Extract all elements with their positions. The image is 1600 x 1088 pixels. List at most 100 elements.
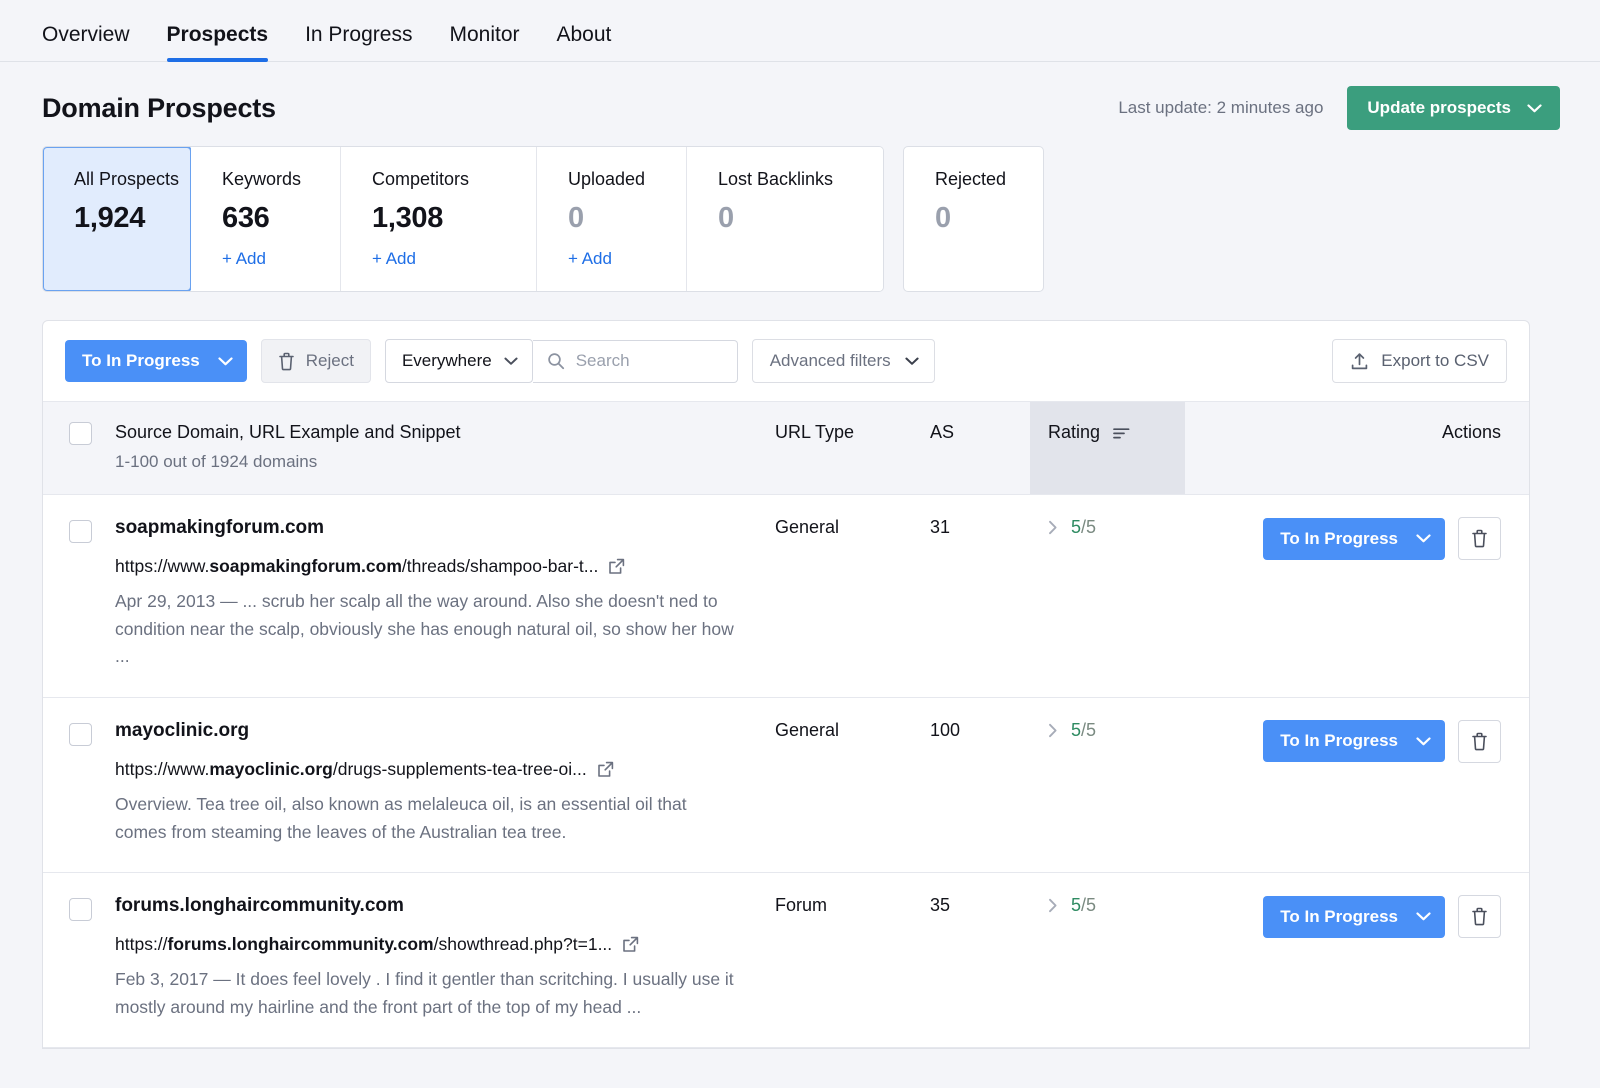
row-url[interactable]: https://www.soapmakingforum.com/threads/…: [115, 556, 775, 577]
row-to-in-progress-button[interactable]: To In Progress: [1263, 518, 1445, 560]
row-url-text: https://www.soapmakingforum.com/threads/…: [115, 556, 598, 577]
add-uploaded-link[interactable]: + Add: [568, 249, 686, 269]
row-snippet: Overview. Tea tree oil, also known as me…: [115, 791, 740, 846]
row-url-type: General: [775, 697, 930, 872]
update-prospects-button[interactable]: Update prospects: [1347, 86, 1560, 130]
stat-card-rejected[interactable]: Rejected 0: [903, 146, 1044, 292]
column-header-label: AS: [930, 422, 954, 442]
table-row: forums.longhaircommunity.com https://for…: [43, 873, 1530, 1048]
chevron-down-icon: [1527, 104, 1542, 113]
row-rating-value: 5: [1071, 720, 1081, 740]
external-link-icon[interactable]: [608, 558, 625, 575]
row-url[interactable]: https://forums.longhaircommunity.com/sho…: [115, 934, 775, 955]
row-rating-max: /5: [1081, 895, 1096, 915]
tab-about[interactable]: About: [557, 23, 612, 61]
scope-dropdown[interactable]: Everywhere: [385, 339, 533, 383]
select-all-checkbox[interactable]: [69, 422, 92, 445]
tab-overview-label: Overview: [42, 23, 130, 46]
row-delete-button[interactable]: [1458, 720, 1501, 763]
update-prospects-label: Update prospects: [1367, 98, 1511, 118]
stat-card-value: 636: [222, 202, 340, 235]
row-url-type: General: [775, 495, 930, 698]
tab-prospects-label: Prospects: [167, 23, 269, 46]
sort-icon[interactable]: [1113, 427, 1130, 440]
stat-card-lost-backlinks[interactable]: Lost Backlinks 0: [687, 147, 883, 291]
row-url[interactable]: https://www.mayoclinic.org/drugs-supplem…: [115, 759, 775, 780]
tab-monitor-label: Monitor: [449, 23, 519, 46]
page-title: Domain Prospects: [42, 93, 276, 124]
row-actions-cell: To In Progress: [1185, 873, 1530, 1048]
stat-card-uploaded[interactable]: Uploaded 0 + Add: [537, 147, 687, 291]
row-as-score: 31: [930, 495, 1030, 698]
row-rating-max: /5: [1081, 720, 1096, 740]
row-actions-cell: To In Progress: [1185, 495, 1530, 698]
trash-icon: [278, 352, 295, 371]
row-as-score: 100: [930, 697, 1030, 872]
stat-card-value: 0: [718, 202, 883, 235]
chevron-down-icon: [504, 357, 518, 366]
chevron-right-icon[interactable]: [1048, 723, 1058, 738]
select-all-header: [43, 402, 115, 495]
stat-card-group: All Prospects 1,924 Keywords 636 + Add C…: [42, 146, 884, 292]
row-checkbox[interactable]: [69, 520, 92, 543]
bulk-to-in-progress-label: To In Progress: [82, 351, 200, 371]
last-update-text: Last update: 2 minutes ago: [1118, 98, 1323, 118]
row-actions-cell: To In Progress: [1185, 697, 1530, 872]
row-source-cell: soapmakingforum.com https://www.soapmaki…: [115, 495, 775, 698]
reject-button[interactable]: Reject: [261, 339, 371, 383]
row-url-type: Forum: [775, 873, 930, 1048]
row-source-cell: mayoclinic.org https://www.mayoclinic.or…: [115, 697, 775, 872]
row-domain[interactable]: mayoclinic.org: [115, 720, 775, 742]
stat-card-label: Keywords: [222, 169, 340, 191]
row-delete-button[interactable]: [1458, 895, 1501, 938]
row-rating-value: 5: [1071, 517, 1081, 537]
external-link-icon[interactable]: [597, 761, 614, 778]
add-keywords-link[interactable]: + Add: [222, 249, 340, 269]
row-to-in-progress-button[interactable]: To In Progress: [1263, 896, 1445, 938]
row-delete-button[interactable]: [1458, 517, 1501, 560]
search-box[interactable]: [533, 340, 738, 383]
tab-prospects[interactable]: Prospects: [167, 23, 269, 61]
row-checkbox[interactable]: [69, 898, 92, 921]
table-body: soapmakingforum.com https://www.soapmaki…: [43, 495, 1530, 1048]
column-header-rating[interactable]: Rating: [1030, 402, 1185, 495]
stat-card-label: Competitors: [372, 169, 536, 191]
chevron-right-icon[interactable]: [1048, 898, 1058, 913]
chevron-right-icon[interactable]: [1048, 520, 1058, 535]
row-rating-cell: 5/5: [1030, 495, 1185, 698]
bulk-to-in-progress-button[interactable]: To In Progress: [65, 340, 247, 382]
row-select-cell: [43, 697, 115, 872]
row-source-cell: forums.longhaircommunity.com https://for…: [115, 873, 775, 1048]
column-header-source-domain: Source Domain, URL Example and Snippet 1…: [115, 402, 775, 495]
stat-card-competitors[interactable]: Competitors 1,308 + Add: [341, 147, 537, 291]
trash-icon: [1471, 732, 1488, 751]
search-input[interactable]: [576, 351, 723, 371]
stat-card-keywords[interactable]: Keywords 636 + Add: [191, 147, 341, 291]
trash-icon: [1471, 529, 1488, 548]
row-domain[interactable]: soapmakingforum.com: [115, 517, 775, 539]
add-competitors-link[interactable]: + Add: [372, 249, 536, 269]
column-header-as[interactable]: AS: [930, 402, 1030, 495]
row-to-in-progress-label: To In Progress: [1280, 731, 1398, 751]
tab-overview[interactable]: Overview: [42, 23, 130, 61]
stat-card-all-prospects[interactable]: All Prospects 1,924: [42, 146, 192, 292]
column-header-url-type[interactable]: URL Type: [775, 402, 930, 495]
chevron-down-icon: [218, 357, 233, 366]
export-to-csv-button[interactable]: Export to CSV: [1332, 339, 1507, 383]
column-header-actions: Actions: [1185, 402, 1530, 495]
row-domain[interactable]: forums.longhaircommunity.com: [115, 895, 775, 917]
tab-about-label: About: [557, 23, 612, 46]
tab-in-progress[interactable]: In Progress: [305, 23, 412, 61]
row-checkbox[interactable]: [69, 723, 92, 746]
upload-icon: [1350, 352, 1369, 371]
chevron-down-icon: [1416, 912, 1431, 921]
scope-label: Everywhere: [402, 351, 492, 371]
table-header-row: Source Domain, URL Example and Snippet 1…: [43, 402, 1530, 495]
external-link-icon[interactable]: [622, 936, 639, 953]
row-to-in-progress-button[interactable]: To In Progress: [1263, 720, 1445, 762]
advanced-filters-button[interactable]: Advanced filters: [752, 339, 935, 383]
stat-card-label: Rejected: [935, 169, 1043, 191]
reject-label: Reject: [306, 351, 354, 371]
tab-monitor[interactable]: Monitor: [449, 23, 519, 61]
column-header-label: Rating: [1048, 422, 1100, 442]
